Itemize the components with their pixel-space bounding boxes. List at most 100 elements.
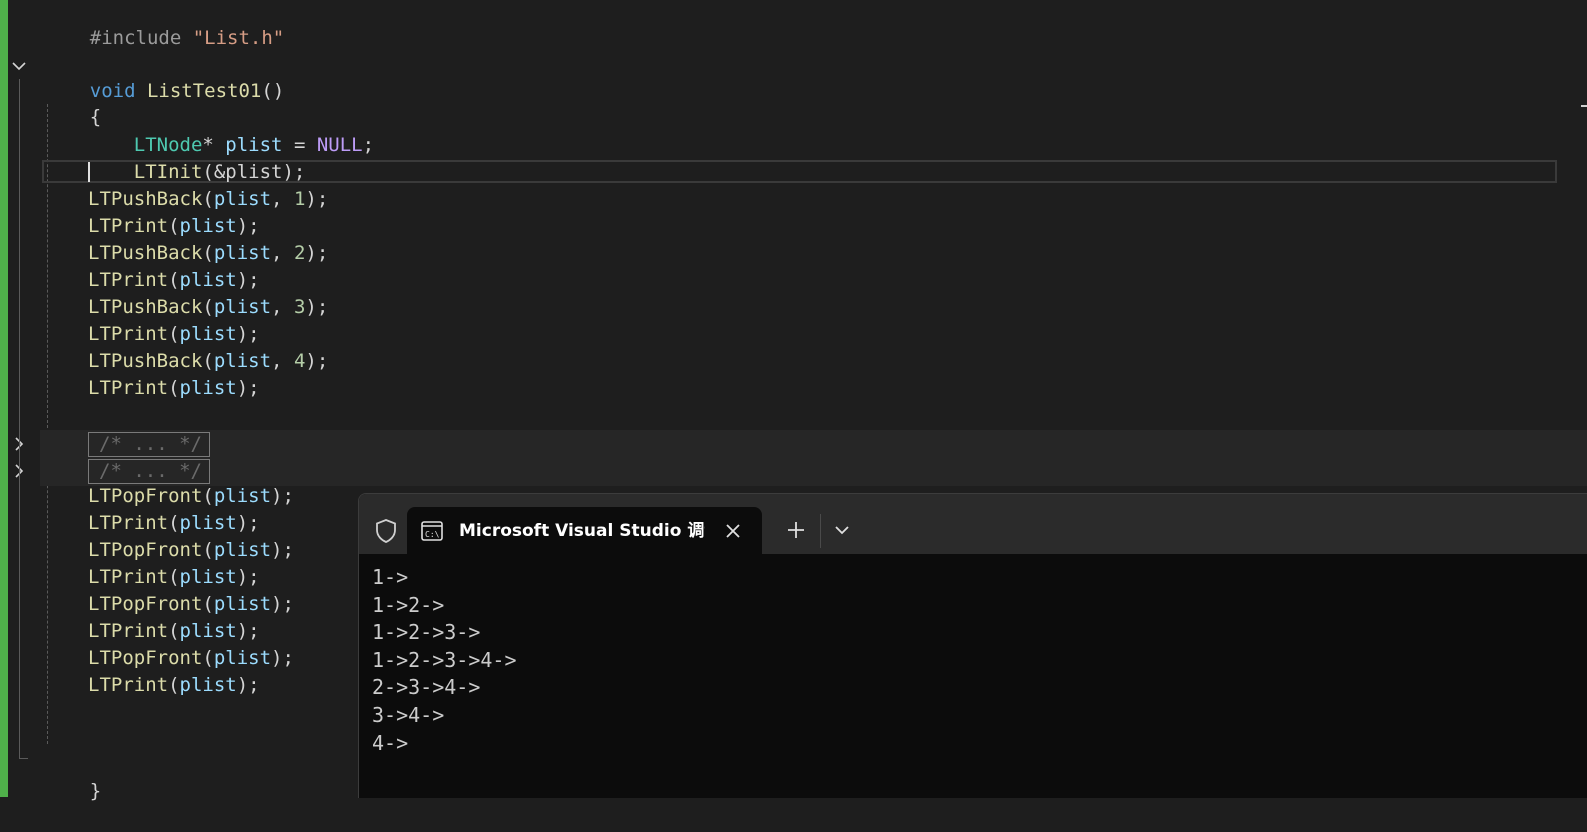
chevron-down-icon[interactable] (832, 520, 852, 540)
console-icon: C:\ (421, 521, 443, 541)
function-call: LTPrint (88, 215, 169, 237)
argument: plist (213, 350, 272, 372)
argument: plist (179, 215, 237, 237)
close-paren: ); (305, 350, 329, 372)
change-indicator-bar (0, 0, 8, 797)
code-line-init[interactable]: LTInit(&plist); (88, 132, 306, 183)
argument: plist (213, 593, 272, 615)
argument: plist (213, 647, 272, 669)
function-call: LTPushBack (88, 188, 203, 210)
code-line-popfront[interactable]: LTPopFront(plist); (88, 483, 294, 510)
scroll-position-marker (1581, 105, 1587, 107)
code-line-pushback[interactable]: LTPushBack(plist, 3); (88, 294, 328, 321)
code-line-popfront[interactable]: LTPopFront(plist); (88, 645, 294, 672)
terminal-tab[interactable]: C:\ Microsoft Visual Studio 调试控制台 (407, 507, 762, 554)
output-line: 3->4-> (372, 702, 445, 727)
code-line-close-brace[interactable]: } (44, 751, 101, 802)
function-call: LTPrint (88, 620, 169, 642)
function-call: LTPushBack (88, 242, 203, 264)
comma: , (271, 350, 294, 372)
code-line-declaration[interactable]: LTNode* plist = NULL; (88, 105, 374, 156)
titlebar-divider (820, 514, 821, 548)
code-line-print[interactable]: LTPrint(plist); (88, 375, 260, 402)
number-literal: 3 (293, 296, 306, 318)
output-line: 1-> (372, 565, 409, 589)
function-call: LTPrint (88, 269, 169, 291)
close-paren: ); (305, 188, 329, 210)
argument: plist (213, 188, 272, 210)
shield-icon[interactable] (373, 518, 399, 544)
function-name: ListTest01 (146, 80, 262, 102)
fold-chevron-down-icon[interactable] (11, 58, 27, 74)
argument: plist (213, 296, 272, 318)
terminal-output[interactable]: 1-> 1->2-> 1->2->3-> 1->2->3->4-> 2->3->… (372, 564, 517, 757)
output-line: 2->3->4-> (372, 675, 481, 700)
collapsed-block[interactable]: /* ... */ (88, 432, 210, 457)
indent-guide (47, 104, 48, 744)
comma: , (271, 242, 294, 264)
function-call: LTPrint (88, 566, 169, 588)
code-line-pushback[interactable]: LTPushBack(plist, 4); (88, 348, 328, 375)
number-literal: 4 (293, 350, 306, 372)
comma: , (271, 188, 294, 210)
output-line: 1->2-> (372, 592, 445, 617)
terminal-window[interactable]: C:\ Microsoft Visual Studio 调试控制台 1-> 1-… (358, 493, 1587, 798)
number-literal: 2 (293, 242, 306, 264)
semicolon: ; (362, 134, 375, 156)
collapsed-region-highlight (40, 430, 1587, 486)
terminal-titlebar[interactable]: C:\ Microsoft Visual Studio 调试控制台 (359, 494, 1587, 554)
code-line-print[interactable]: LTPrint(plist); (88, 510, 260, 537)
argument: plist (179, 377, 237, 399)
argument: plist (179, 512, 237, 534)
code-line-function-signature[interactable]: void ListTest01() (44, 51, 285, 102)
argument: plist (179, 323, 237, 345)
function-call: LTPrint (88, 674, 169, 696)
code-line-popfront[interactable]: LTPopFront(plist); (88, 591, 294, 618)
plus-icon[interactable] (785, 519, 807, 541)
code-line-include[interactable]: #include "List.h" (44, 0, 284, 49)
open-paren: ( (202, 296, 214, 318)
function-call: LTPopFront (88, 485, 203, 507)
function-call: LTInit (133, 161, 203, 183)
close-paren: ); (305, 296, 329, 318)
function-call: LTPushBack (88, 296, 203, 318)
comma: , (271, 296, 294, 318)
code-line-print[interactable]: LTPrint(plist); (88, 213, 260, 240)
collapsed-block[interactable]: /* ... */ (88, 459, 210, 484)
call-args: (&plist); (202, 161, 306, 183)
code-line-print[interactable]: LTPrint(plist); (88, 267, 260, 294)
function-parens: () (261, 80, 285, 102)
number-literal: 1 (293, 188, 306, 210)
output-line: 4-> (372, 730, 409, 755)
argument: plist (213, 485, 272, 507)
function-call: LTPrint (88, 377, 169, 399)
function-call: LTPopFront (88, 647, 203, 669)
argument: plist (213, 539, 272, 561)
code-line-pushback[interactable]: LTPushBack(plist, 2); (88, 240, 328, 267)
code-line-print[interactable]: LTPrint(plist); (88, 672, 260, 699)
open-paren: ( (202, 350, 214, 372)
null-macro: NULL (316, 134, 363, 156)
argument: plist (179, 620, 237, 642)
code-line-popfront[interactable]: LTPopFront(plist); (88, 537, 294, 564)
svg-text:C:\: C:\ (425, 530, 440, 539)
code-line-print[interactable]: LTPrint(plist); (88, 618, 260, 645)
argument: plist (179, 566, 237, 588)
close-paren: ); (305, 242, 329, 264)
preprocessor-directive: #include (89, 27, 182, 49)
code-line-open-brace[interactable]: { (44, 77, 101, 128)
function-call: LTPopFront (88, 539, 203, 561)
code-line-print[interactable]: LTPrint(plist); (88, 321, 260, 348)
output-line: 1->2->3->4-> (372, 647, 517, 672)
outline-guide (19, 79, 20, 759)
function-call: LTPrint (88, 323, 169, 345)
argument: plist (213, 242, 272, 264)
code-line-print[interactable]: LTPrint(plist); (88, 564, 260, 591)
close-icon[interactable] (721, 519, 745, 543)
include-file: "List.h" (192, 27, 285, 49)
output-line: 1->2->3-> (372, 620, 481, 645)
outline-guide-end (19, 758, 28, 759)
code-line-pushback[interactable]: LTPushBack(plist, 1); (88, 186, 328, 213)
function-call: LTPushBack (88, 350, 203, 372)
argument: plist (179, 674, 237, 696)
